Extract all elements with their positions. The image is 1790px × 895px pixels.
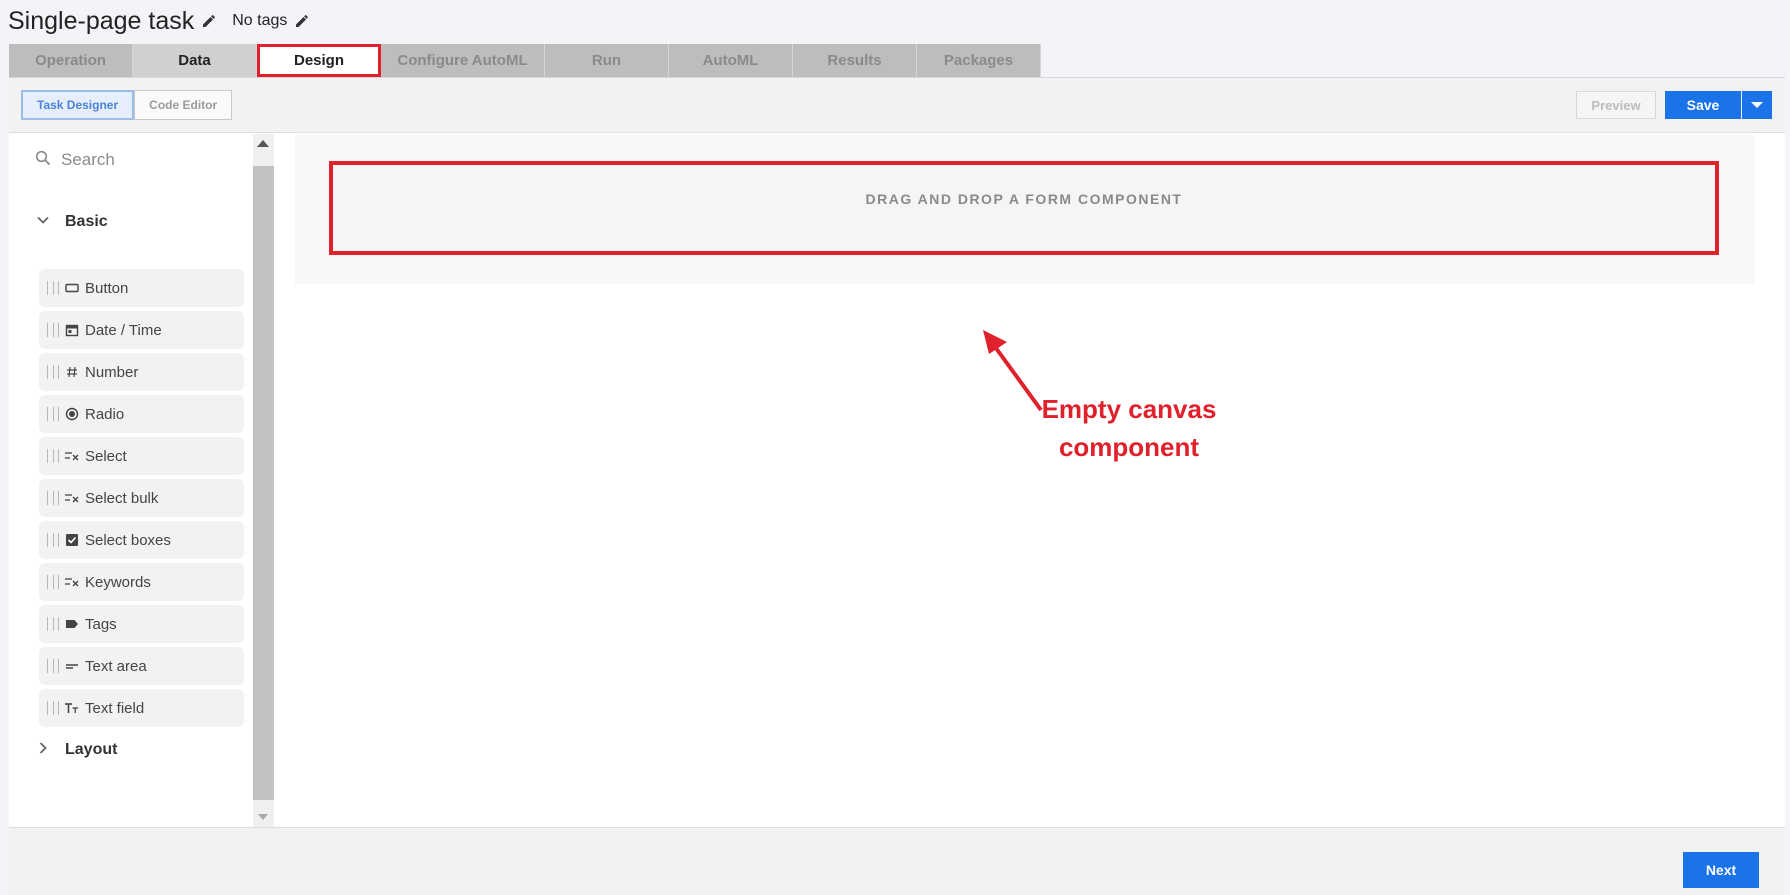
component-label: Number: [85, 363, 139, 381]
scroll-down-icon[interactable]: [258, 814, 268, 820]
sidebar-scrollbar[interactable]: [253, 134, 274, 828]
component-label: Keywords: [85, 573, 151, 591]
checkbox-icon: [64, 532, 80, 548]
chevron-right-icon: [35, 740, 51, 761]
select-list-icon: [64, 490, 80, 506]
component-select[interactable]: Select: [39, 437, 244, 475]
text-field-icon: [64, 700, 80, 716]
designer-panel: Task Designer Code Editor Preview Save S…: [9, 77, 1785, 828]
component-select-boxes[interactable]: Select boxes: [39, 521, 244, 559]
dropzone-label: DRAG AND DROP A FORM COMPONENT: [865, 191, 1183, 207]
drag-handle-icon: [47, 407, 59, 421]
chevron-down-icon: [35, 212, 51, 233]
component-list: Button Date / Time Number Radio Select S…: [39, 269, 244, 731]
radio-icon: [64, 406, 80, 422]
component-keywords[interactable]: Keywords: [39, 563, 244, 601]
drag-handle-icon: [47, 701, 59, 715]
task-designer-button[interactable]: Task Designer: [21, 90, 135, 120]
search-input[interactable]: Search: [61, 150, 115, 170]
component-select-bulk[interactable]: Select bulk: [39, 479, 244, 517]
edit-title-icon[interactable]: [200, 12, 218, 30]
component-sidebar: Search Basic Button Date / Time Number R…: [9, 134, 253, 828]
mode-toggle: Task Designer Code Editor: [21, 90, 233, 120]
select-list-icon: [64, 448, 80, 464]
group-basic-label: Basic: [65, 213, 108, 230]
component-label: Select boxes: [85, 531, 171, 549]
footer-bar: Next: [9, 827, 1785, 895]
drag-handle-icon: [47, 533, 59, 547]
drag-handle-icon: [47, 659, 59, 673]
calendar-icon: [64, 322, 80, 338]
tab-run[interactable]: Run: [545, 44, 669, 77]
component-label: Radio: [85, 405, 125, 423]
group-basic[interactable]: Basic: [35, 210, 108, 234]
tag-icon: [64, 616, 80, 632]
drag-handle-icon: [47, 575, 59, 589]
dropzone[interactable]: DRAG AND DROP A FORM COMPONENT: [329, 161, 1719, 255]
component-button[interactable]: Button: [39, 269, 244, 307]
drag-handle-icon: [47, 365, 59, 379]
scroll-up-icon[interactable]: [257, 140, 269, 147]
component-radio[interactable]: Radio: [39, 395, 244, 433]
component-label: Text area: [85, 657, 147, 675]
tab-results[interactable]: Results: [793, 44, 917, 77]
drag-handle-icon: [47, 617, 59, 631]
tags-label: No tags: [232, 12, 288, 29]
component-label: Text field: [85, 699, 145, 717]
task-header: Single-page task No tags: [8, 4, 311, 38]
search-icon: [35, 150, 51, 171]
tab-data[interactable]: Data: [133, 44, 257, 77]
component-label: Select: [85, 447, 127, 465]
component-text-area[interactable]: Text area: [39, 647, 244, 685]
button-icon: [64, 280, 80, 296]
edit-tags-icon[interactable]: [293, 12, 311, 30]
component-label: Button: [85, 279, 129, 297]
drag-handle-icon: [47, 449, 59, 463]
code-editor-button[interactable]: Code Editor: [134, 90, 233, 120]
hash-icon: [64, 364, 80, 380]
group-layout-label: Layout: [65, 741, 118, 758]
select-list-icon: [64, 574, 80, 590]
caret-down-icon: [1751, 102, 1763, 108]
drag-handle-icon: [47, 491, 59, 505]
next-button[interactable]: Next: [1683, 852, 1759, 888]
component-text-field[interactable]: Text field: [39, 689, 244, 727]
component-number[interactable]: Number: [39, 353, 244, 391]
group-layout[interactable]: Layout: [35, 738, 117, 762]
component-label: Select bulk: [85, 489, 159, 507]
form-canvas: DRAG AND DROP A FORM COMPONENT: [295, 135, 1755, 284]
save-options-button[interactable]: [1742, 91, 1772, 119]
drag-handle-icon: [47, 281, 59, 295]
tab-configure-automl[interactable]: Configure AutoML: [381, 44, 545, 77]
save-button[interactable]: Save: [1665, 91, 1741, 119]
annotation-line-2: component: [1058, 432, 1200, 462]
component-tags[interactable]: Tags: [39, 605, 244, 643]
scroll-thumb[interactable]: [253, 166, 274, 800]
designer-toolbar: Task Designer Code Editor Preview Save: [9, 78, 1785, 133]
component-label: Date / Time: [85, 321, 162, 339]
task-title: Single-page task: [8, 6, 195, 35]
preview-button[interactable]: Preview: [1576, 91, 1656, 119]
tab-automl[interactable]: AutoML: [669, 44, 793, 77]
step-tabs: Operation Data Design Configure AutoML R…: [9, 44, 1041, 77]
tab-operation[interactable]: Operation: [9, 44, 133, 77]
annotation-text: Empty canvas component: [1019, 390, 1239, 466]
tab-packages[interactable]: Packages: [917, 44, 1041, 77]
tab-design[interactable]: Design: [257, 44, 381, 77]
component-search[interactable]: Search: [35, 148, 115, 172]
drag-handle-icon: [47, 323, 59, 337]
component-label: Tags: [85, 615, 117, 633]
annotation-line-1: Empty canvas: [1041, 394, 1217, 424]
component-datetime[interactable]: Date / Time: [39, 311, 244, 349]
text-area-icon: [64, 658, 80, 674]
